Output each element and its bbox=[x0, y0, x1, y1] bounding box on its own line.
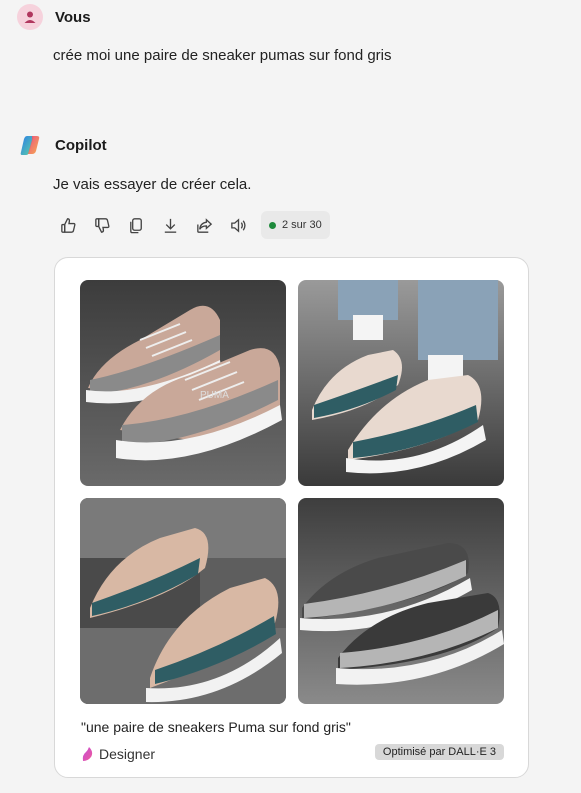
copilot-logo-icon bbox=[17, 132, 43, 158]
copy-icon[interactable] bbox=[123, 210, 149, 240]
status-dot-icon bbox=[269, 221, 276, 229]
share-icon[interactable] bbox=[191, 210, 217, 240]
sneaker-image-icon bbox=[298, 280, 504, 486]
sneaker-image-icon bbox=[298, 498, 504, 704]
generated-image-4[interactable] bbox=[298, 498, 504, 704]
copilot-message-header: Copilot bbox=[17, 132, 107, 158]
message-toolbar: 2 sur 30 bbox=[55, 210, 330, 240]
sneaker-image-icon bbox=[80, 498, 286, 704]
response-counter: 2 sur 30 bbox=[261, 211, 330, 239]
generated-image-1[interactable]: PUMA bbox=[80, 280, 286, 486]
generated-image-2[interactable] bbox=[298, 280, 504, 486]
image-result-card: PUMA "une paire de sneakers Puma sur fon… bbox=[54, 257, 529, 778]
copilot-message-text: Je vais essayer de créer cela. bbox=[53, 176, 252, 193]
download-icon[interactable] bbox=[157, 210, 183, 240]
person-icon bbox=[24, 11, 36, 23]
designer-logo-icon bbox=[82, 747, 93, 761]
user-name: Vous bbox=[55, 8, 91, 26]
designer-label: Designer bbox=[99, 746, 156, 762]
sneaker-image-icon: PUMA bbox=[80, 280, 286, 486]
svg-text:PUMA: PUMA bbox=[200, 390, 229, 401]
thumbs-down-icon[interactable] bbox=[89, 210, 115, 240]
image-prompt-caption: "une paire de sneakers Puma sur fond gri… bbox=[81, 719, 351, 735]
user-message-text: crée moi une paire de sneaker pumas sur … bbox=[53, 47, 392, 64]
thumbs-up-icon[interactable] bbox=[55, 210, 81, 240]
user-avatar bbox=[17, 4, 43, 30]
response-counter-label: 2 sur 30 bbox=[282, 219, 322, 231]
user-message-header: Vous bbox=[17, 4, 91, 30]
designer-link[interactable]: Designer bbox=[81, 746, 155, 762]
generated-image-3[interactable] bbox=[80, 498, 286, 704]
powered-by-badge: Optimisé par DALL·E 3 bbox=[374, 744, 504, 760]
copilot-name: Copilot bbox=[55, 136, 107, 154]
speaker-icon[interactable] bbox=[225, 210, 251, 240]
